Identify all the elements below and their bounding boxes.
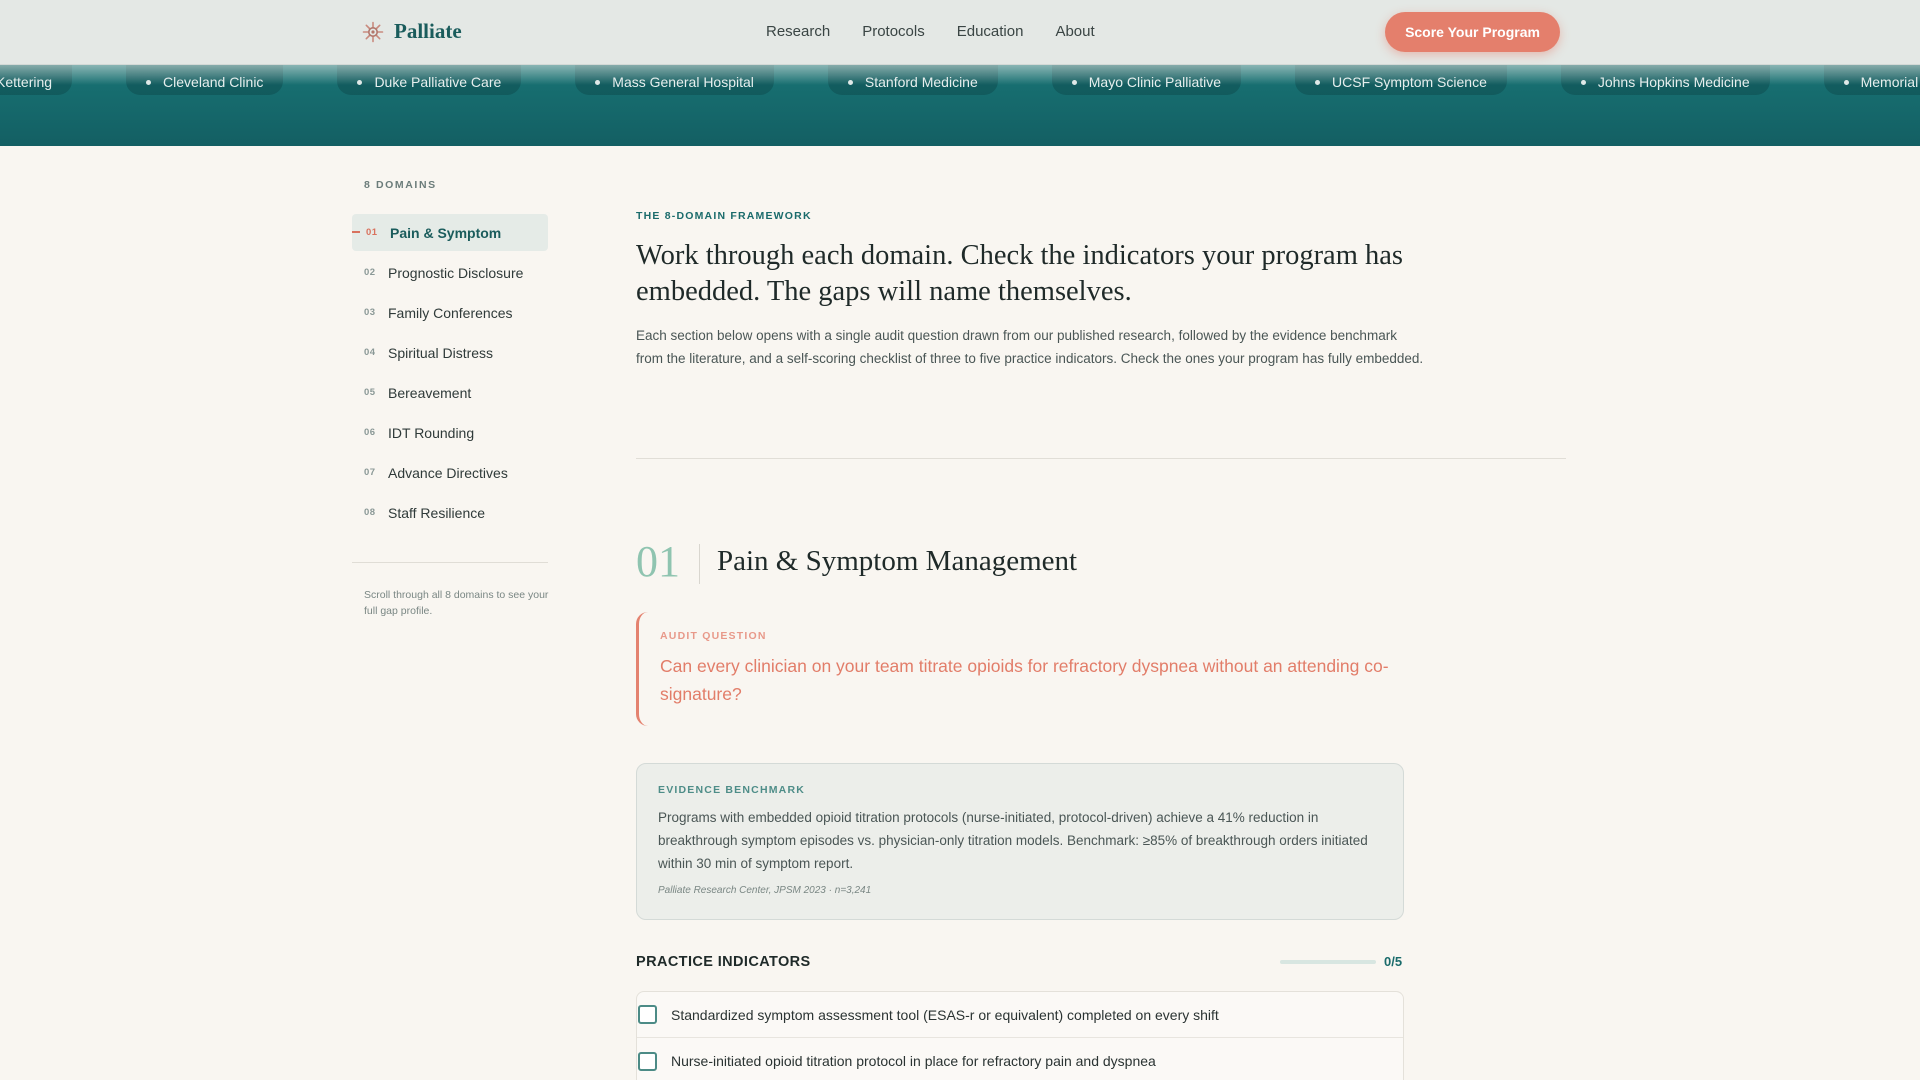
site-header: Palliate Research Protocols Education Ab… — [0, 0, 1920, 65]
indicator-label: Standardized symptom assessment tool (ES… — [671, 1006, 1219, 1023]
evidence-citation: Palliate Research Center, JPSM 2023 · n=… — [658, 885, 872, 896]
partner-pill: Kettering — [0, 65, 73, 95]
indicators-title: PRACTICE INDICATORS — [636, 954, 811, 970]
bullet-icon — [1580, 79, 1586, 85]
sidebar-note: Scroll through all 8 domains to see your… — [364, 589, 549, 617]
sidebar-item-spiritual-distress[interactable]: 04 Spiritual Distress — [352, 334, 548, 371]
domain-title-separator — [699, 544, 700, 584]
bullet-icon — [1071, 79, 1077, 85]
sidebar-item-idt-rounding[interactable]: 06 IDT Rounding — [352, 414, 548, 451]
sidebar-item-bereavement[interactable]: 05 Bereavement — [352, 374, 548, 411]
indicators-progress-bar — [1280, 960, 1376, 964]
sidebar-item-number: 01 — [366, 227, 378, 238]
sidebar-item-number: 04 — [364, 347, 376, 358]
intro-paragraph: Each section below opens with a single a… — [636, 328, 1424, 366]
indicator-checklist: Standardized symptom assessment tool (ES… — [636, 991, 1404, 1080]
indicator-label: Nurse-initiated opioid titration protoco… — [671, 1053, 1156, 1069]
indicator-item[interactable]: Nurse-initiated opioid titration protoco… — [637, 1038, 1403, 1080]
indicator-checkbox[interactable] — [638, 1005, 657, 1024]
sidebar-divider — [352, 562, 548, 563]
sidebar-item-label: Advance Directives — [388, 464, 508, 481]
partner-pill: Memorial — [1823, 65, 1920, 95]
bullet-icon — [146, 79, 152, 85]
indicator-checkbox[interactable] — [638, 1051, 657, 1071]
indicators-count: 0/5 — [1384, 954, 1403, 969]
partner-name: Cleveland Clinic — [163, 74, 264, 90]
audit-label: AUDIT QUESTION — [660, 630, 767, 642]
partner-name: UCSF Symptom Science — [1332, 74, 1487, 90]
sidebar-item-family-conferences[interactable]: 03 Family Conferences — [352, 294, 548, 331]
sidebar-item-label: Prognostic Disclosure — [388, 264, 524, 281]
partner-pill: Cleveland Clinic — [126, 65, 284, 95]
partner-name: Mass General Hospital — [612, 74, 754, 90]
partner-marquee: Kettering Cleveland Clinic Duke Palliati… — [0, 65, 1920, 146]
sidebar-item-label: Family Conferences — [388, 304, 513, 321]
bullet-icon — [1315, 79, 1321, 85]
sidebar-item-advance-directives[interactable]: 07 Advance Directives — [352, 454, 548, 491]
sidebar-item-number: 05 — [364, 387, 376, 398]
indicator-item[interactable]: Standardized symptom assessment tool (ES… — [637, 992, 1403, 1038]
sidebar-item-pain-symptom[interactable]: 01 Pain & Symptom — [352, 214, 548, 251]
partner-list: Kettering Cleveland Clinic Duke Palliati… — [0, 65, 1920, 95]
partner-name: Memorial — [1860, 74, 1919, 90]
evidence-text: Programs with embedded opioid titration … — [658, 810, 1368, 871]
partner-name: Stanford Medicine — [864, 74, 978, 90]
bullet-icon — [357, 79, 363, 85]
main-nav: Research Protocols Education About — [766, 23, 1095, 40]
audit-question: Can every clinician on your team titrate… — [660, 656, 1389, 704]
audit-question-card: AUDIT QUESTION Can every clinician on yo… — [636, 612, 1406, 726]
nav-research[interactable]: Research — [766, 23, 830, 40]
brand-name: Palliate — [394, 19, 462, 43]
sidebar-item-number: 07 — [364, 467, 376, 478]
partner-pill: Mayo Clinic Palliative — [1051, 65, 1242, 95]
bullet-icon — [847, 79, 853, 85]
bullet-icon — [595, 79, 601, 85]
bullet-icon — [1843, 79, 1849, 85]
sunburst-icon — [362, 21, 384, 42]
sidebar-item-label: Staff Resilience — [388, 504, 486, 521]
section-eyebrow: THE 8-DOMAIN FRAMEWORK — [636, 210, 812, 222]
partner-name: Johns Hopkins Medicine — [1597, 74, 1750, 90]
domain-number: 01 — [636, 537, 680, 586]
partner-name: Mayo Clinic Palliative — [1088, 74, 1222, 90]
domain-nav: 01 Pain & Symptom 02 Prognostic Disclosu… — [352, 214, 548, 534]
evidence-label: EVIDENCE BENCHMARK — [658, 784, 806, 796]
domain-title: Pain & Symptom Management — [717, 545, 1078, 577]
partner-pill: Mass General Hospital — [575, 65, 774, 95]
partner-pill: Duke Palliative Care — [337, 65, 522, 95]
sidebar-item-prognostic-disclosure[interactable]: 02 Prognostic Disclosure — [352, 254, 548, 291]
evidence-benchmark-card: EVIDENCE BENCHMARK Programs with embedde… — [636, 763, 1404, 920]
partner-name: Kettering — [0, 74, 53, 90]
sidebar-item-number: 03 — [364, 307, 376, 318]
sidebar-item-staff-resilience[interactable]: 08 Staff Resilience — [352, 494, 548, 531]
sidebar-item-label: Pain & Symptom — [390, 224, 502, 241]
sidebar-item-label: IDT Rounding — [388, 424, 475, 441]
brand-logo[interactable]: Palliate — [362, 19, 462, 44]
section-divider — [636, 458, 1566, 459]
sidebar-title: 8 DOMAINS — [364, 179, 437, 191]
sidebar-item-label: Bereavement — [388, 384, 472, 401]
score-program-button[interactable]: Score Your Program — [1385, 12, 1560, 52]
sidebar-item-label: Spiritual Distress — [388, 344, 494, 361]
sidebar-item-number: 08 — [364, 507, 376, 518]
sidebar-item-number: 02 — [364, 267, 376, 278]
partner-pill: Stanford Medicine — [827, 65, 998, 95]
nav-education[interactable]: Education — [957, 23, 1024, 40]
page-title: Work through each domain. Check the indi… — [636, 240, 1403, 307]
sidebar-item-number: 06 — [364, 427, 376, 438]
partner-name: Duke Palliative Care — [374, 74, 502, 90]
partner-pill: UCSF Symptom Science — [1295, 65, 1507, 95]
nav-protocols[interactable]: Protocols — [862, 23, 925, 40]
partner-pill: Johns Hopkins Medicine — [1560, 65, 1770, 95]
nav-about[interactable]: About — [1055, 23, 1094, 40]
active-indicator — [352, 231, 360, 233]
